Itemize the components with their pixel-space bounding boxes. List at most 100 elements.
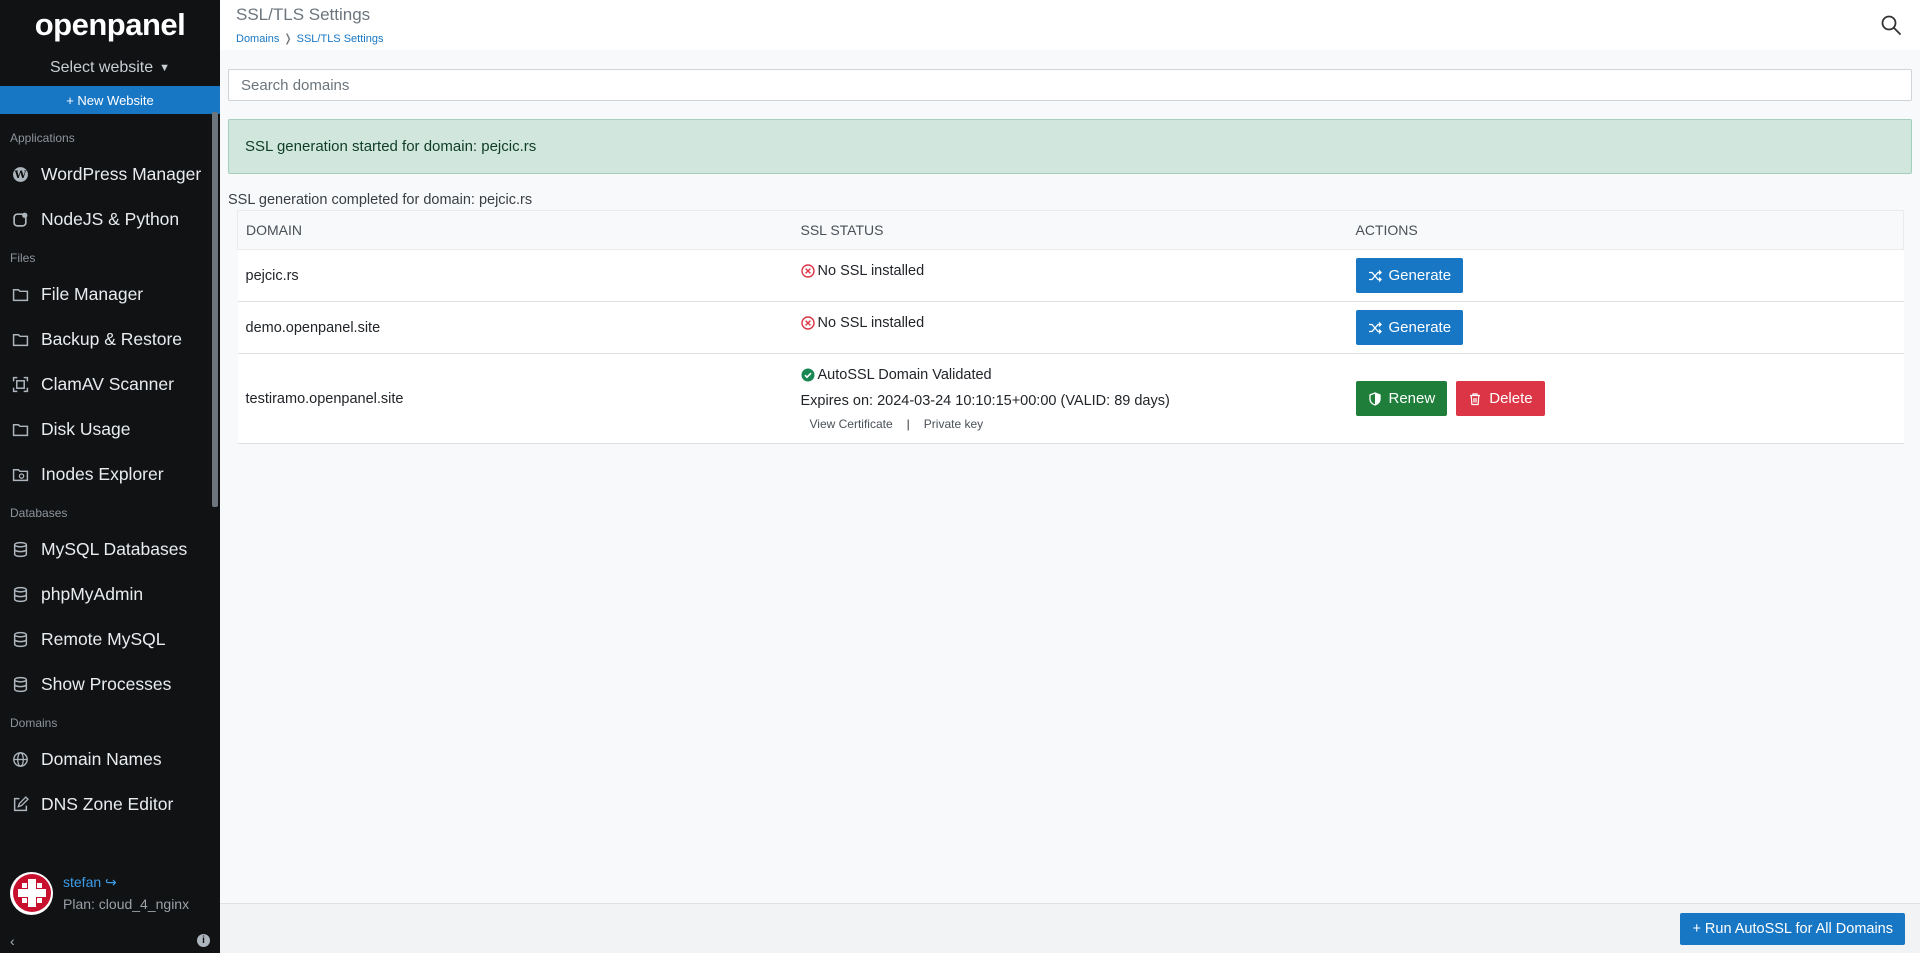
ssl-status-text: AutoSSL Domain Validated <box>817 366 992 383</box>
trash-icon <box>1470 392 1481 405</box>
sidebar-item-mysql-databases[interactable]: MySQL Databases <box>0 527 220 572</box>
sidebar-item-remote-mysql[interactable]: Remote MySQL <box>0 617 220 662</box>
database-icon <box>11 631 29 649</box>
collapse-sidebar-icon[interactable]: ‹ <box>10 933 15 949</box>
sidebar-item-label: Domain Names <box>41 749 162 769</box>
private-key-link[interactable]: Private key <box>924 417 983 431</box>
domain-cell: demo.openpanel.site <box>237 301 793 354</box>
delete-button-label: Delete <box>1489 390 1533 407</box>
main-content: SSL/TLS Settings Domains ❭ SSL/TLS Setting… <box>220 0 1920 953</box>
status-message: SSL generation completed for domain: pej… <box>228 192 533 208</box>
sidebar-item-disk-usage[interactable]: Disk Usage <box>0 407 220 452</box>
footer-bar: + Run AutoSSL for All Domains <box>220 903 1920 953</box>
breadcrumb-separator-icon: ❭ <box>283 33 293 45</box>
user-plan: Plan: cloud_4_nginx <box>63 896 190 912</box>
generate-button-label: Generate <box>1388 267 1452 284</box>
ssl-status: No SSL installed <box>800 262 1348 279</box>
sidebar-item-dns-zone-editor[interactable]: DNS Zone Editor <box>0 782 220 827</box>
sidebar-item-label: Remote MySQL <box>41 629 166 649</box>
sidebar-item-wordpress-manager[interactable]: W WordPress Manager <box>0 152 220 197</box>
certificate-links: View Certificate | Private key <box>801 417 1348 431</box>
new-website-button[interactable]: + New Website <box>0 86 220 114</box>
sidebar-item-inodes-explorer[interactable]: Inodes Explorer <box>0 452 220 497</box>
renew-button[interactable]: Renew <box>1355 381 1448 416</box>
user-profile[interactable]: stefan ↪ Plan: cloud_4_nginx <box>0 858 220 928</box>
folder-search-icon <box>11 466 29 484</box>
info-icon[interactable]: i <box>197 934 210 947</box>
column-header-actions: ACTIONS <box>1347 210 1904 250</box>
sidebar-item-label: phpMyAdmin <box>41 584 144 604</box>
generate-button[interactable]: Generate <box>1355 258 1464 293</box>
section-title-databases: Databases <box>10 506 68 520</box>
sidebar-item-show-processes[interactable]: Show Processes <box>0 662 220 707</box>
sidebar-item-phpmyadmin[interactable]: phpMyAdmin <box>0 572 220 617</box>
scan-icon <box>11 376 29 394</box>
sidebar-footer: ‹ i <box>0 928 220 953</box>
view-certificate-link[interactable]: View Certificate <box>810 417 893 431</box>
sidebar-item-label: ClamAV Scanner <box>41 374 174 394</box>
sidebar-item-label: MySQL Databases <box>41 539 188 559</box>
ssl-domains-table: DOMAIN SSL STATUS ACTIONS pejcic.rs No S… <box>237 210 1904 444</box>
section-title-applications: Applications <box>10 131 75 145</box>
search-domains-input[interactable] <box>228 69 1912 101</box>
sidebar-item-label: DNS Zone Editor <box>41 794 174 814</box>
ssl-status: AutoSSL Domain Validated <box>801 367 1348 383</box>
sidebar-scrollbar[interactable] <box>212 112 218 507</box>
folder-icon <box>11 421 29 439</box>
sidebar-item-file-manager[interactable]: File Manager <box>0 272 220 317</box>
sidebar-item-label: Show Processes <box>41 674 172 694</box>
folder-icon <box>11 286 29 304</box>
success-alert: SSL generation started for domain: pejci… <box>228 119 1912 174</box>
sidebar-item-clamav-scanner[interactable]: ClamAV Scanner <box>0 362 220 407</box>
error-circle-icon <box>800 263 815 278</box>
database-icon <box>11 586 29 604</box>
generate-button[interactable]: Generate <box>1355 310 1464 345</box>
table-row: testiramo.openpanel.site AutoSSL Domain … <box>237 353 1904 444</box>
folder-icon <box>11 331 29 349</box>
shuffle-icon <box>1368 269 1382 282</box>
breadcrumb: Domains ❭ SSL/TLS Settings <box>236 32 383 45</box>
plugin-icon <box>11 211 29 229</box>
search-icon[interactable] <box>1880 14 1902 36</box>
shuffle-icon <box>1368 321 1382 334</box>
sidebar-item-label: Inodes Explorer <box>41 464 164 484</box>
link-divider: | <box>906 416 910 431</box>
breadcrumb-domains[interactable]: Domains <box>236 33 279 45</box>
delete-button[interactable]: Delete <box>1456 381 1545 416</box>
ssl-status-text: No SSL installed <box>817 314 925 331</box>
sidebar-item-label: NodeJS & Python <box>41 209 180 229</box>
ssl-status: No SSL installed <box>800 314 1348 331</box>
column-header-ssl-status: SSL STATUS <box>792 210 1348 250</box>
ssl-expiry: Expires on: 2024-03-24 10:10:15+00:00 (V… <box>800 392 1170 409</box>
user-name-link[interactable]: stefan ↪ <box>63 871 189 893</box>
avatar[interactable] <box>10 871 53 915</box>
database-icon <box>11 676 29 694</box>
ssl-status-text: No SSL installed <box>817 262 925 279</box>
sidebar-item-label: Disk Usage <box>41 419 131 439</box>
error-circle-icon <box>800 315 815 330</box>
section-title-files: Files <box>10 251 36 265</box>
sidebar-item-label: WordPress Manager <box>41 164 202 184</box>
database-icon <box>11 541 29 559</box>
sidebar-item-label: File Manager <box>41 284 144 304</box>
breadcrumb-current[interactable]: SSL/TLS Settings <box>297 33 384 45</box>
logout-icon[interactable]: ↪ <box>101 874 117 890</box>
top-bar: SSL/TLS Settings Domains ❭ SSL/TLS Setting… <box>220 0 1920 50</box>
app-logo[interactable]: openpanel <box>0 0 220 50</box>
website-select[interactable]: Select website ▼ <box>0 50 220 86</box>
table-header-row: DOMAIN SSL STATUS ACTIONS <box>237 210 1904 250</box>
sidebar-item-domain-names[interactable]: Domain Names <box>0 737 220 782</box>
sidebar-item-backup-restore[interactable]: Backup & Restore <box>0 317 220 362</box>
renew-button-label: Renew <box>1388 390 1436 407</box>
user-info: stefan ↪ Plan: cloud_4_nginx <box>63 871 189 915</box>
sidebar-item-nodejs-python[interactable]: NodeJS & Python <box>0 197 220 242</box>
table-row: demo.openpanel.site No SSL installed Gen… <box>237 301 1904 354</box>
page-title: SSL/TLS Settings <box>236 5 371 24</box>
sidebar-nav: Applications W WordPress Manager NodeJS … <box>0 114 220 827</box>
website-select-label: Select website <box>49 59 154 76</box>
run-autossl-button[interactable]: + Run AutoSSL for All Domains <box>1680 913 1905 945</box>
table-row: pejcic.rs No SSL installed Generate <box>237 249 1904 302</box>
generate-button-label: Generate <box>1388 319 1452 336</box>
svg-text:W: W <box>13 168 27 181</box>
wordpress-icon: W <box>11 166 29 184</box>
